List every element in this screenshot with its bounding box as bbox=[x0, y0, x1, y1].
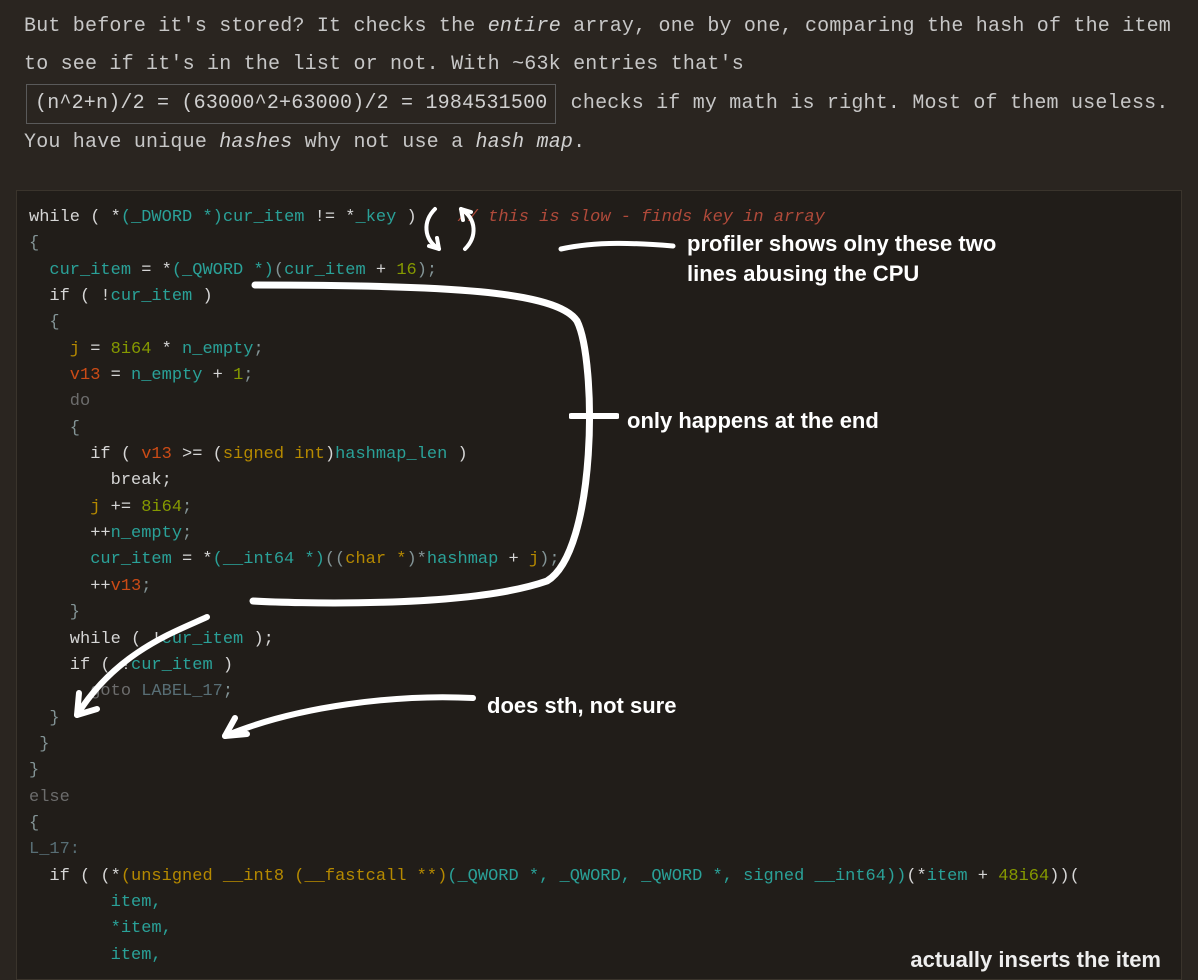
prose-em: hash map bbox=[475, 131, 573, 154]
annotation-profiler: profiler shows olny these two lines abus… bbox=[687, 229, 996, 288]
prose-text: . bbox=[573, 131, 585, 154]
prose-em: entire bbox=[488, 15, 561, 38]
annotation-line: profiler shows olny these two bbox=[687, 229, 996, 259]
inline-math-box: (n^2+n)/2 = (63000^2+63000)/2 = 19845315… bbox=[26, 84, 556, 124]
annotation-end: only happens at the end bbox=[627, 406, 879, 436]
annotation-insert: actually inserts the item bbox=[17, 941, 1181, 979]
annotation-line: lines abusing the CPU bbox=[687, 259, 996, 289]
decompiled-code: while ( *(_DWORD *)cur_item != *_key ) /… bbox=[29, 205, 1169, 969]
prose-text: But before it's stored? It checks the bbox=[24, 15, 488, 38]
article-paragraph: But before it's stored? It checks the en… bbox=[24, 8, 1174, 162]
prose-text: why not use a bbox=[292, 131, 475, 154]
code-comment: // this is slow - finds key in array bbox=[458, 208, 825, 227]
annotated-code-screenshot: while ( *(_DWORD *)cur_item != *_key ) /… bbox=[16, 190, 1182, 980]
prose-em: hashes bbox=[219, 131, 292, 154]
annotation-does-sth: does sth, not sure bbox=[487, 691, 676, 721]
